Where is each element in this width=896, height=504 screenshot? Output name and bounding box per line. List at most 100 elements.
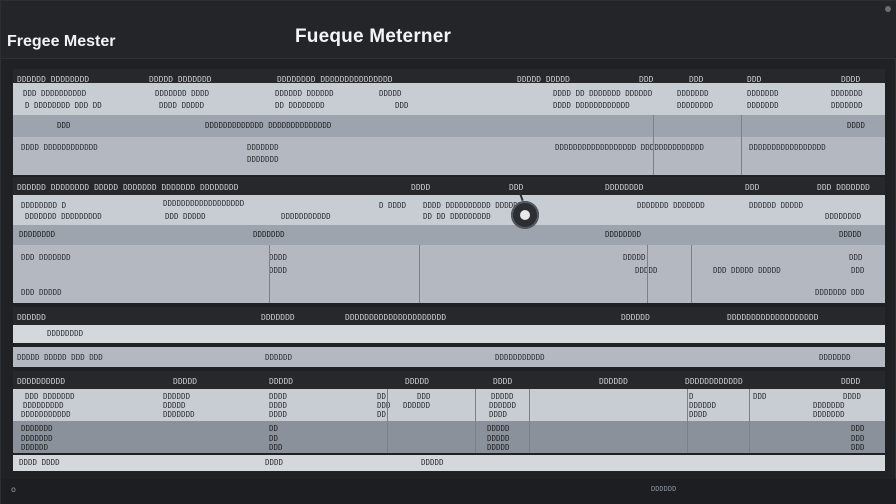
table-row[interactable]: DDDD DDDD DDDD DDDDD (13, 455, 885, 471)
column-divider (647, 245, 648, 303)
column-header: DDD (509, 182, 524, 192)
column-divider (741, 115, 742, 175)
cell: DDDDDDD (247, 143, 279, 152)
cell: DDDDD DDDDD DDD DDD (17, 353, 103, 362)
cell: DDD DDDDDDD (21, 253, 71, 262)
cell: DDDDDDDD (47, 329, 84, 338)
cell: DD (377, 410, 387, 419)
cell: DDDDDDD (813, 401, 845, 410)
column-divider (475, 389, 476, 453)
table-row-group: DDDDDDDD D DDDDDDDDDDDDDDDDDD D DDDD DDD… (13, 195, 885, 225)
cell: DDDD DDDDDDDDDDDD (21, 143, 98, 152)
table-row[interactable]: DDDDDDDD DDDDDDD DDDDDDDD DDDDD (13, 225, 885, 245)
title-bar: Fregee Mester Fueque Meterner (1, 1, 896, 59)
cell: DDDDDDDD (19, 230, 56, 239)
cell: DDDDD (491, 392, 514, 401)
cell: DDDDDD DDDDD (749, 201, 804, 210)
cell: DDDD (265, 458, 284, 467)
section-header-2: DDDDDD DDDDDDDD DDDDD DDDDDDD DDDDDDD DD… (13, 177, 885, 197)
cell: DDDD (689, 410, 708, 419)
cell: DDDDD (487, 434, 510, 443)
cell: DDD (417, 392, 431, 401)
column-divider (653, 115, 654, 175)
column-header: DDDDD (269, 376, 294, 386)
column-header: DDD DDDDDDD (817, 182, 870, 192)
column-header: DDDD (411, 182, 431, 192)
cell: DDDDDDDD (825, 212, 862, 221)
cell: DDD DDDDD (21, 288, 62, 297)
column-header: DDDDDDDD (605, 182, 644, 192)
cell: DDDDDD (403, 401, 431, 410)
column-header: DDDDDDD (261, 312, 295, 322)
cell: DDD (377, 401, 391, 410)
table-row[interactable]: DDDDD DDDDD DDD DDD DDDDDD DDDDDDDDDDD D… (13, 347, 885, 367)
rotary-knob[interactable] (511, 201, 539, 229)
cell: DDDD (269, 392, 288, 401)
column-divider (529, 389, 530, 453)
table-row[interactable]: DDD DDDDDDD DDDD DDDDD DDD DDDD DDD DD DD… (13, 245, 885, 303)
meter-panel: DDDDDD DDDDDDDD DDDDD DDDDDDD DDDDDDDD D… (13, 65, 885, 477)
cell: DDD DDDDD (165, 212, 206, 221)
cell: D DDDDDDDD DDD DD (25, 101, 102, 110)
status-indicator: o (11, 485, 16, 494)
cell: DDDDD (163, 401, 186, 410)
cell: DD (269, 434, 279, 443)
table-row[interactable]: DDDDDDDD (13, 325, 885, 343)
cell: DDDDDDDDDDD (495, 353, 545, 362)
cell: DDDDDDD (819, 353, 851, 362)
cell: DDD (851, 443, 865, 452)
column-header: DDDDD (173, 376, 198, 386)
column-divider (419, 245, 420, 303)
column-header: DDDDDD (621, 312, 650, 322)
column-divider (687, 389, 688, 453)
cell: DDDDDDD (813, 410, 845, 419)
table-row-group: DDD DDDDDDDDDD DDDDDDD DDDD DDDDDD DDDDD… (13, 83, 885, 115)
cell: DDDDDDDD (677, 101, 714, 110)
cell: DDD (395, 101, 409, 110)
cell: DDDDDD (265, 353, 293, 362)
table-row[interactable]: DDDD DDDDDDDDDDDD DDDDDDD DDDDDDDDDDDDDD… (13, 137, 885, 175)
cell: DDDDDDDDDDDDDDDDD (749, 143, 826, 152)
cell: DDDDDDD (21, 424, 53, 433)
section-header-3: DDDDDD DDDDDDD DDDDDDDDDDDDDDDDDDDDD DDD… (13, 307, 885, 327)
cell: DD DD DDDDDDDDD (423, 212, 491, 221)
cell: DDD (269, 443, 283, 452)
cell: DDDDDDD (677, 89, 709, 98)
cell: DDD (849, 253, 863, 262)
cell: DDDD (843, 392, 862, 401)
cell: DDDDDDD (163, 410, 195, 419)
cell: DDDDDDDD (605, 230, 642, 239)
column-divider (749, 389, 750, 453)
cell: DDDDDDDD D (21, 201, 67, 210)
cell: DDDDDDD (831, 101, 863, 110)
window-control-dot[interactable] (885, 6, 891, 12)
column-header: DDDD (493, 376, 513, 386)
cell: DDDDDD (689, 401, 717, 410)
cell: DDD DDDDDDDDDD (23, 89, 87, 98)
cell: DDDDDDD (21, 434, 53, 443)
cell: DDD (753, 392, 767, 401)
cell: DDDDD (421, 458, 444, 467)
cell: DDDDD (839, 230, 862, 239)
cell: DDDD (489, 410, 508, 419)
cell: DDDDDD DDDDDD (275, 89, 334, 98)
status-text: DDDDDD (651, 485, 677, 493)
cell: DDDDDDD (247, 155, 279, 164)
cell: DDDDDD (489, 401, 517, 410)
cell: DDD (851, 288, 865, 297)
table-row-group: DDD DDDDDDD DDDDDD DDDD DD DDD DDDDD D D… (13, 389, 885, 421)
cell: DDDD DDDDDDDDDDDD (553, 101, 630, 110)
app-window: Fregee Mester Fueque Meterner DDDDDD DDD… (0, 0, 896, 504)
section-header-4: DDDDDDDDDD DDDDD DDDDD DDDDD DDDD DDDDDD… (13, 371, 885, 391)
status-bar: o DDDDDD (1, 479, 896, 504)
cell: DDDDD (623, 253, 646, 262)
column-header: DDDDDD DDDDDDDD DDDDD DDDDDDD DDDDDDD DD… (17, 182, 239, 192)
cell: DDDDDDDDDDD (281, 212, 331, 221)
cell: DDDDD (379, 89, 402, 98)
table-row[interactable]: DDD DDDDDDDDDDDDD DDDDDDDDDDDDDD DDDD (13, 115, 885, 137)
column-header: DDDDDDDDDDDD (685, 376, 743, 386)
cell: DDDD DDDDDDDDDD DDDDDD (423, 201, 523, 210)
cell: DDDD DD DDDDDDD DDDDDD (553, 89, 653, 98)
cell: DDD (851, 266, 865, 275)
cell: DDDDDD (21, 443, 49, 452)
